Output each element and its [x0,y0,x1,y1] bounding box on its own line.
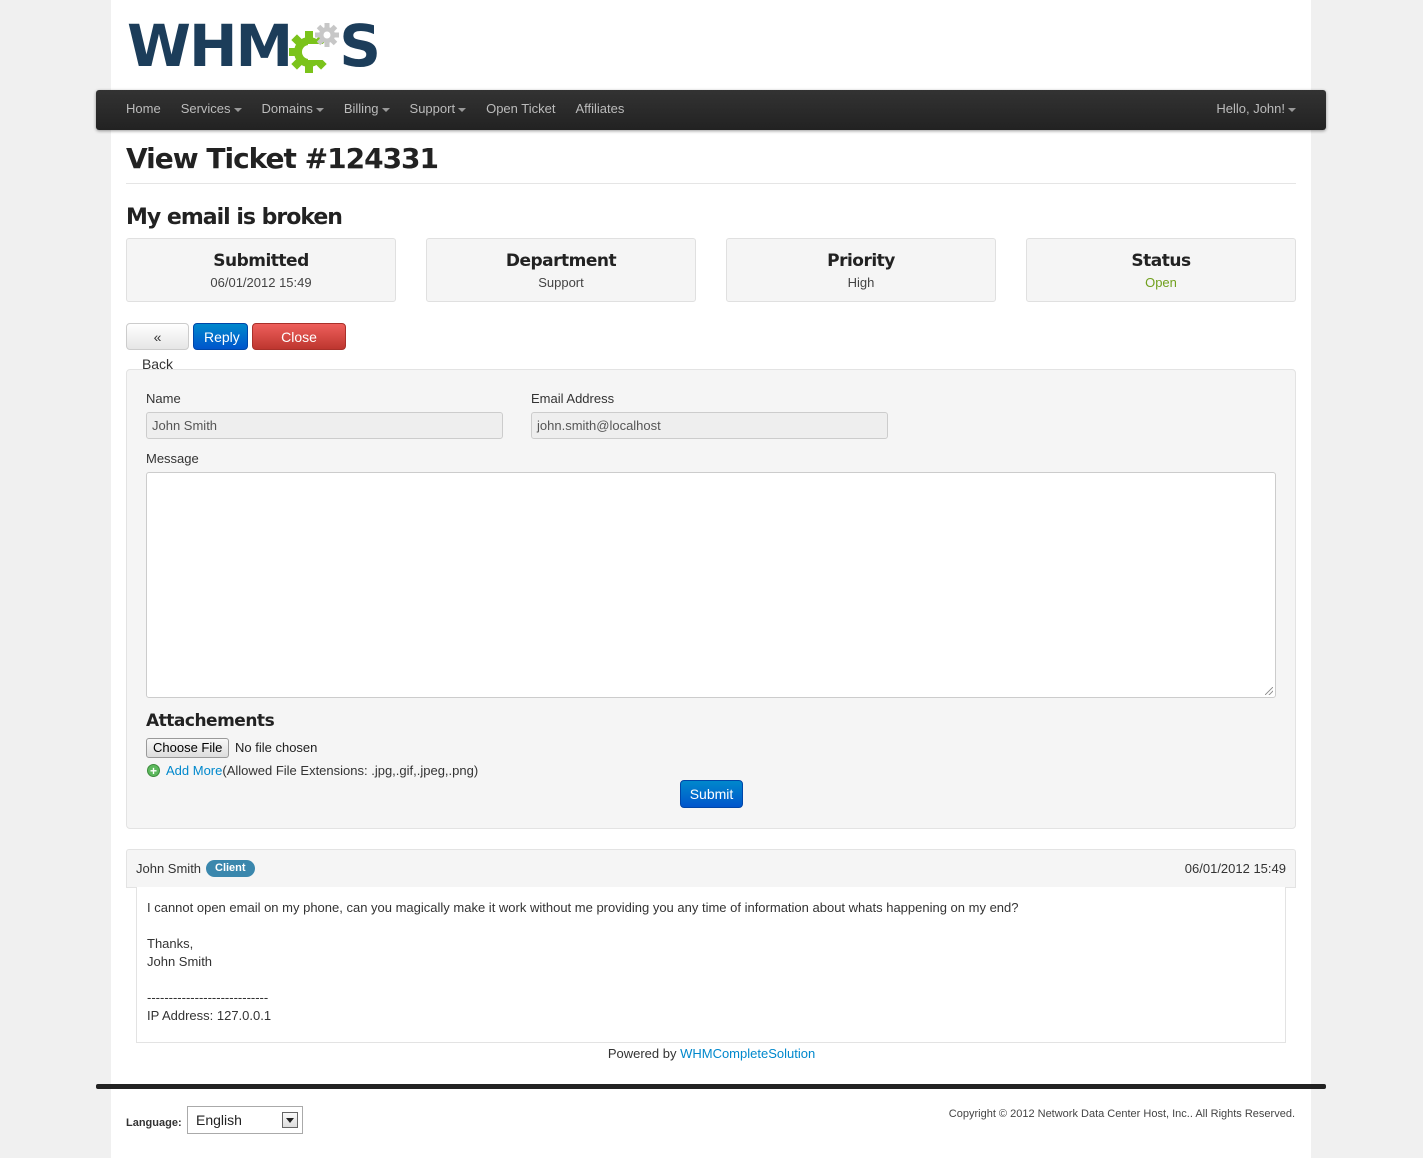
language-label: Language: [126,1117,182,1129]
back-button[interactable]: « Back [126,323,189,372]
gear-logo-icon [289,23,340,73]
info-box-submitted: Submitted 06/01/2012 15:49 [126,238,396,302]
caret-down-icon [458,107,467,112]
reply-body: I cannot open email on my phone, can you… [136,887,1286,1043]
info-title: Submitted [213,251,309,271]
caret-down-icon [1288,107,1296,112]
file-status: No file chosen [235,740,318,755]
powered-by: Powered by WHMCompleteSolution [0,1046,1423,1061]
whmcs-logo[interactable]: WHM S [127,12,381,80]
role-badge: Client [206,860,255,877]
info-value: High [847,275,875,290]
nav-item-label: Domains [261,101,313,116]
copyright: Copyright © 2012 Network Data Center Hos… [948,1108,1295,1120]
info-title: Department [505,251,617,271]
nav-item-label: Billing [343,101,379,116]
nav-item-affiliates[interactable]: Affiliates [565,90,634,128]
logo-text-right: S [339,12,381,80]
reply-header: John Smith Client 06/01/2012 15:49 [126,849,1296,888]
nav-menu: Home Services Domains Billing Support Op… [116,90,634,128]
reply-author: John Smith [136,861,202,876]
nav-item-domains[interactable]: Domains [252,90,334,128]
ip-address: IP Address: 127.0.0.1 [147,1008,272,1023]
nav-item-label: Affiliates [575,101,625,116]
message-line: Thanks, [147,936,194,951]
message-line: John Smith [147,954,213,969]
nav-item-services[interactable]: Services [171,90,252,128]
ticket-subject: My email is broken [126,205,343,230]
nav-item-label: Open Ticket [486,101,556,116]
page-title: View Ticket #124331 [126,142,439,175]
language-select[interactable]: English [187,1106,303,1134]
nav-item-support[interactable]: Support [400,90,477,128]
allowed-extensions: (Allowed File Extensions: .jpg,.gif,.jpe… [222,763,479,778]
add-more-link[interactable]: Add More [166,763,222,778]
status-value: Open [1145,275,1177,290]
caret-down-icon [381,107,390,112]
info-value: Support [538,275,584,290]
nav-item-home[interactable]: Home [116,90,171,128]
submit-button[interactable]: Submit [680,780,743,808]
info-title: Status [1131,251,1191,271]
add-more-row: + Add More (Allowed File Extensions: .jp… [147,763,478,778]
whmcs-link[interactable]: WHMCompleteSolution [680,1046,815,1061]
message-line: I cannot open email on my phone, can you… [147,900,1019,915]
nav-item-label: Support [409,101,456,116]
user-menu: Hello, John! [1206,90,1306,128]
top-navbar: Home Services Domains Billing Support Op… [96,90,1326,130]
info-value: 06/01/2012 15:49 [210,275,312,290]
message-textarea[interactable] [146,472,1276,698]
user-greeting: Hello, John! [1216,101,1285,116]
name-label: Name [146,391,181,406]
nav-item-label: Home [126,101,161,116]
info-box-department: Department Support [426,238,696,302]
caret-down-icon [315,107,324,112]
signature-separator: ---------------------------- [147,990,269,1005]
language-value: English [196,1112,242,1128]
attachments-heading: Attachements [146,711,275,731]
email-field[interactable]: john.smith@localhost [531,412,888,439]
info-box-status: Status Open [1026,238,1296,302]
close-ticket-button[interactable]: Close Ticket [252,323,346,372]
reply-button[interactable]: Reply [193,323,248,350]
info-box-priority: Priority High [726,238,996,302]
add-circle-icon[interactable]: + [147,764,160,777]
email-label: Email Address [531,391,615,406]
title-divider [126,183,1296,184]
powered-by-prefix: Powered by [607,1046,681,1061]
message-label: Message [146,451,199,466]
logo-text-left: WHM [127,12,293,80]
nav-item-billing[interactable]: Billing [334,90,400,128]
caret-down-icon [233,107,242,112]
choose-file-button[interactable]: Choose File [146,738,230,758]
footer-divider [96,1084,1326,1089]
nav-item-open-ticket[interactable]: Open Ticket [476,90,565,128]
name-field[interactable]: John Smith [146,412,503,439]
reply-date: 06/01/2012 15:49 [1184,861,1286,876]
nav-item-label: Services [180,101,231,116]
dropdown-arrow-icon[interactable] [282,1112,298,1128]
resize-grip-icon[interactable] [1265,687,1273,695]
user-menu-toggle[interactable]: Hello, John! [1206,90,1306,128]
info-title: Priority [827,251,895,271]
